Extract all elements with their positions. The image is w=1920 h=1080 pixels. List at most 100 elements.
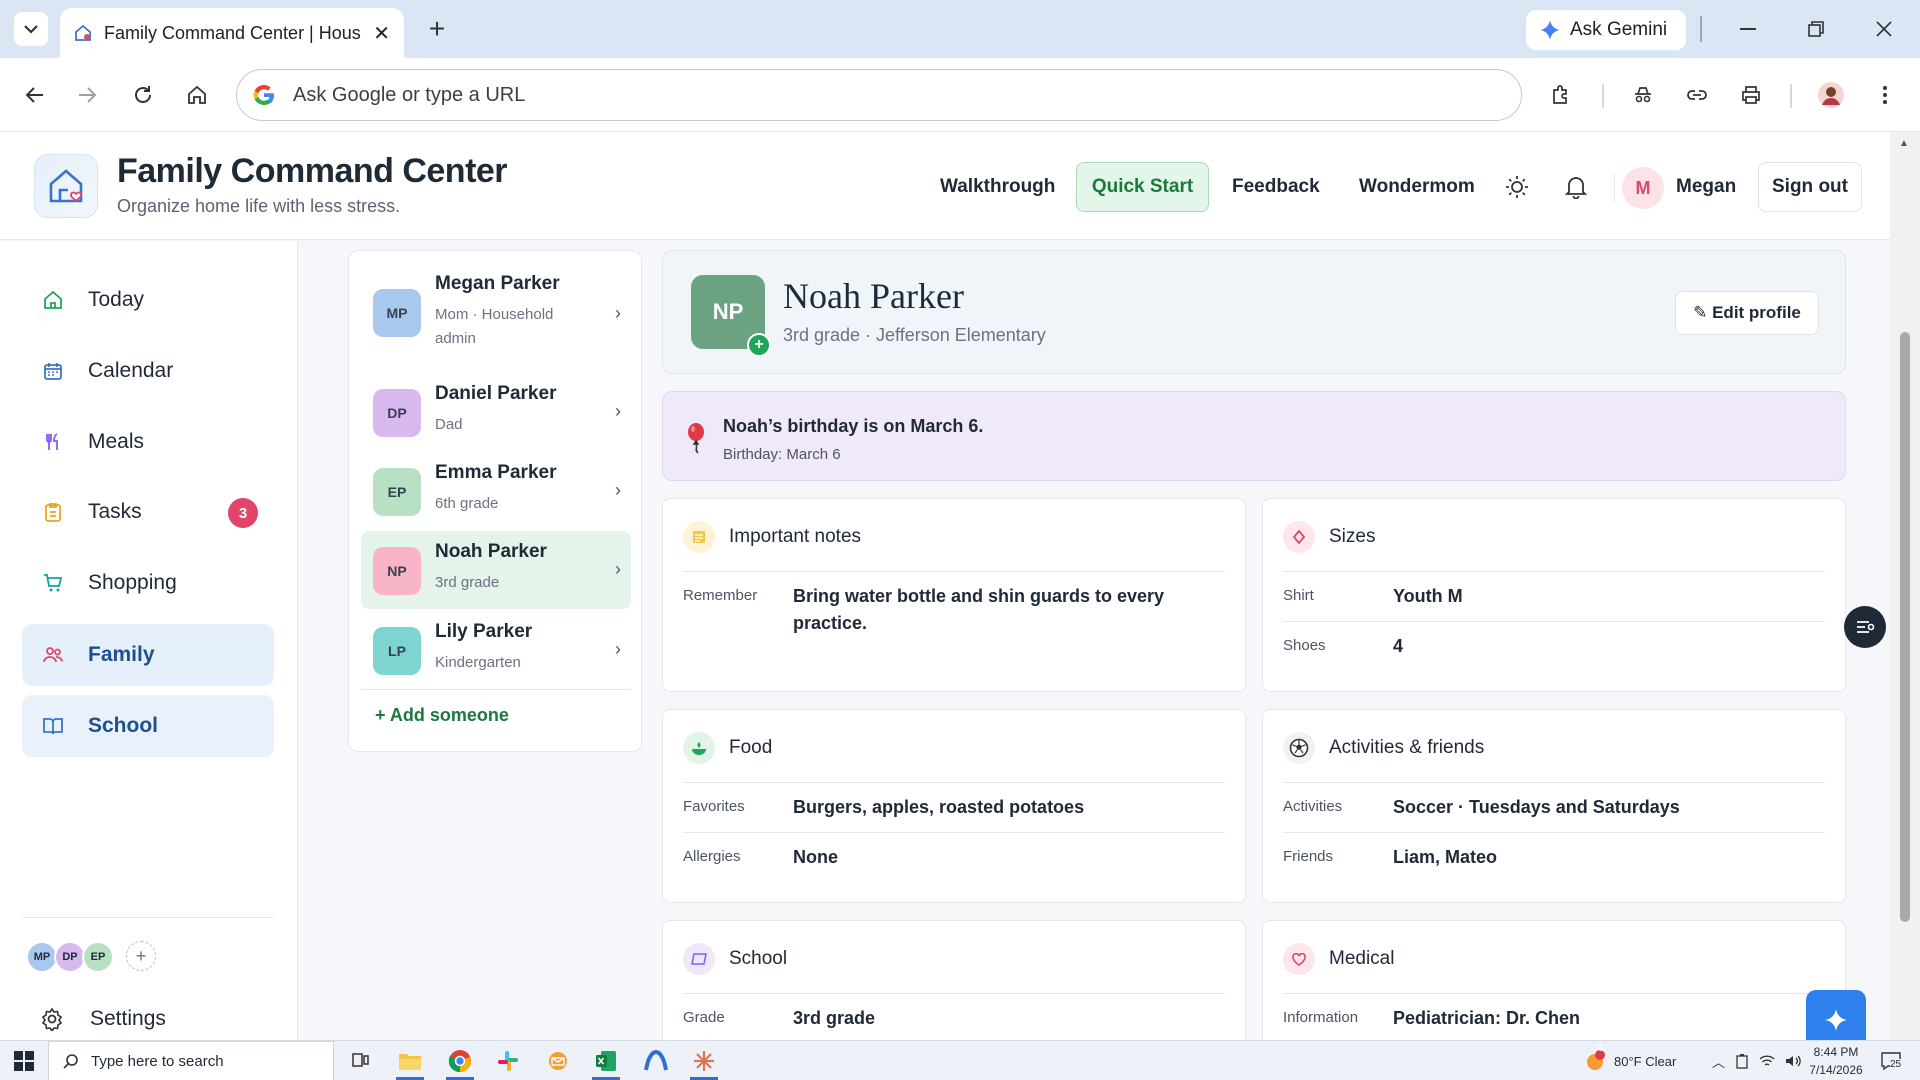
sidebar-item-calendar[interactable]: Calendar xyxy=(22,340,274,402)
profile-avatar-icon xyxy=(1818,82,1844,108)
house-heart-favicon-icon xyxy=(75,24,91,41)
windows-logo-icon xyxy=(14,1051,34,1071)
app-logo[interactable] xyxy=(34,154,98,218)
mini-avatar[interactable]: EP xyxy=(82,941,114,973)
settings-label: Settings xyxy=(90,1007,166,1030)
claude-app[interactable] xyxy=(686,1045,722,1080)
wondermom-link[interactable]: Wondermom xyxy=(1359,162,1475,212)
sizes-card: Sizes Shirt Youth M Shoes 4 xyxy=(1262,498,1846,692)
incognito-button[interactable] xyxy=(1624,76,1662,114)
chevron-right-icon: › xyxy=(615,401,621,421)
card-divider xyxy=(1283,782,1825,783)
feedback-link[interactable]: Feedback xyxy=(1232,162,1320,212)
slack-app[interactable] xyxy=(490,1045,526,1077)
restore-icon xyxy=(1808,21,1824,37)
tabstrip-divider xyxy=(1700,16,1702,42)
user-name[interactable]: Megan xyxy=(1676,162,1736,212)
card-divider xyxy=(1283,993,1825,994)
new-tab-button[interactable]: + xyxy=(420,12,454,46)
member-role: 3rd grade xyxy=(435,574,500,591)
back-button[interactable] xyxy=(16,76,54,114)
notification-center-button[interactable]: 25 xyxy=(1880,1041,1902,1080)
theme-toggle-button[interactable] xyxy=(1500,170,1534,204)
mail-app[interactable] xyxy=(540,1045,576,1077)
excel-app[interactable] xyxy=(588,1045,624,1080)
home-button[interactable] xyxy=(178,76,216,114)
sidebar-item-tasks[interactable]: Tasks 3 xyxy=(22,481,274,543)
important-notes-card: Important notes Remember Bring water bot… xyxy=(662,498,1246,692)
sidebar-item-family[interactable]: Family xyxy=(22,624,274,686)
address-bar[interactable]: Ask Google or type a URL xyxy=(236,69,1522,121)
notifications-button[interactable] xyxy=(1559,170,1593,204)
profile-button[interactable] xyxy=(1812,76,1850,114)
sidebar-item-meals[interactable]: Meals xyxy=(22,411,274,473)
file-explorer-app[interactable] xyxy=(392,1045,428,1080)
member-item-noah[interactable]: NP Noah Parker 3rd grade › xyxy=(361,531,631,609)
member-item-megan[interactable]: MP Megan Parker Mom · Household admin › xyxy=(361,263,631,367)
balloon-icon xyxy=(688,423,704,454)
arrow-right-icon xyxy=(79,87,97,103)
sidebar-item-settings[interactable]: Settings xyxy=(40,1007,166,1031)
field-label: Activities xyxy=(1283,798,1343,815)
user-avatar[interactable]: M xyxy=(1622,167,1664,209)
toolbar-divider-2 xyxy=(1790,84,1792,108)
walkthrough-link[interactable]: Walkthrough xyxy=(940,162,1055,212)
page-scrollbar[interactable]: ▲ xyxy=(1890,132,1920,1040)
ask-gemini-button[interactable]: Ask Gemini xyxy=(1526,10,1686,50)
share-link-button[interactable] xyxy=(1678,76,1716,114)
reload-button[interactable] xyxy=(124,76,162,114)
chevron-up-icon[interactable]: ︿ xyxy=(1712,1052,1725,1071)
member-list-divider xyxy=(361,689,631,690)
tab-close-icon[interactable]: ✕ xyxy=(373,21,390,46)
taskbar-clock[interactable]: 8:44 PM 7/14/2026 xyxy=(1796,1043,1876,1079)
card-title: Medical xyxy=(1329,948,1395,969)
wifi-icon[interactable] xyxy=(1759,1054,1775,1068)
card-header: School xyxy=(683,943,787,975)
arc-app[interactable] xyxy=(638,1045,674,1077)
header-divider xyxy=(1614,174,1615,202)
tasks-count-badge: 3 xyxy=(228,498,258,528)
notification-count: 25 xyxy=(1890,1059,1902,1070)
sidebar-item-today[interactable]: Today xyxy=(22,269,274,331)
browser-menu-button[interactable] xyxy=(1866,76,1904,114)
add-photo-button[interactable]: + xyxy=(747,333,771,357)
scroll-up-arrow-icon[interactable]: ▲ xyxy=(1899,138,1909,149)
sidebar-item-label: Tasks xyxy=(88,500,142,523)
card-divider xyxy=(683,782,1225,783)
browser-tab-active[interactable]: Family Command Center | Hous ✕ xyxy=(60,8,404,58)
field-value: Soccer · Tuesdays and Saturdays xyxy=(1393,797,1680,817)
print-button[interactable] xyxy=(1732,76,1770,114)
address-bar-placeholder: Ask Google or type a URL xyxy=(293,83,526,106)
sidebar-item-label: Meals xyxy=(88,430,145,453)
member-item-daniel[interactable]: DP Daniel Parker Dad › xyxy=(361,373,631,451)
heart-icon xyxy=(1283,943,1315,975)
add-someone-button[interactable]: + Add someone xyxy=(375,705,509,726)
minimize-button[interactable] xyxy=(1728,10,1768,48)
sidebar-item-shopping[interactable]: Shopping xyxy=(22,552,274,614)
forward-button[interactable] xyxy=(68,76,106,114)
quick-start-button[interactable]: Quick Start xyxy=(1076,162,1209,212)
member-item-lily[interactable]: LP Lily Parker Kindergarten › xyxy=(361,611,631,689)
app-subtitle: Organize home life with less stress. xyxy=(117,196,401,216)
tab-search-button[interactable] xyxy=(14,12,48,46)
sidebar-item-school[interactable]: School xyxy=(22,695,274,757)
sign-out-button[interactable]: Sign out xyxy=(1758,162,1862,212)
card-divider xyxy=(1283,571,1825,572)
restore-button[interactable] xyxy=(1796,10,1836,48)
task-view-button[interactable] xyxy=(342,1045,378,1077)
battery-icon[interactable] xyxy=(1735,1053,1749,1069)
start-button[interactable] xyxy=(14,1051,34,1076)
extensions-button[interactable] xyxy=(1542,76,1580,114)
scrollbar-thumb[interactable] xyxy=(1900,332,1910,922)
add-member-mini-button[interactable]: + xyxy=(126,941,156,971)
member-item-emma[interactable]: EP Emma Parker 6th grade › xyxy=(361,452,631,530)
taskbar-search-input[interactable]: Type here to search xyxy=(48,1041,334,1080)
people-icon xyxy=(42,644,64,666)
chrome-app[interactable] xyxy=(442,1045,478,1080)
ask-gemini-label: Ask Gemini xyxy=(1570,19,1668,40)
side-panel-button[interactable] xyxy=(1844,606,1886,648)
close-window-button[interactable] xyxy=(1864,10,1904,48)
school-board-icon xyxy=(683,943,715,975)
edit-profile-button[interactable]: ✎ Edit profile xyxy=(1675,291,1819,335)
weather-widget[interactable]: 6 80°F Clear xyxy=(1584,1041,1676,1080)
